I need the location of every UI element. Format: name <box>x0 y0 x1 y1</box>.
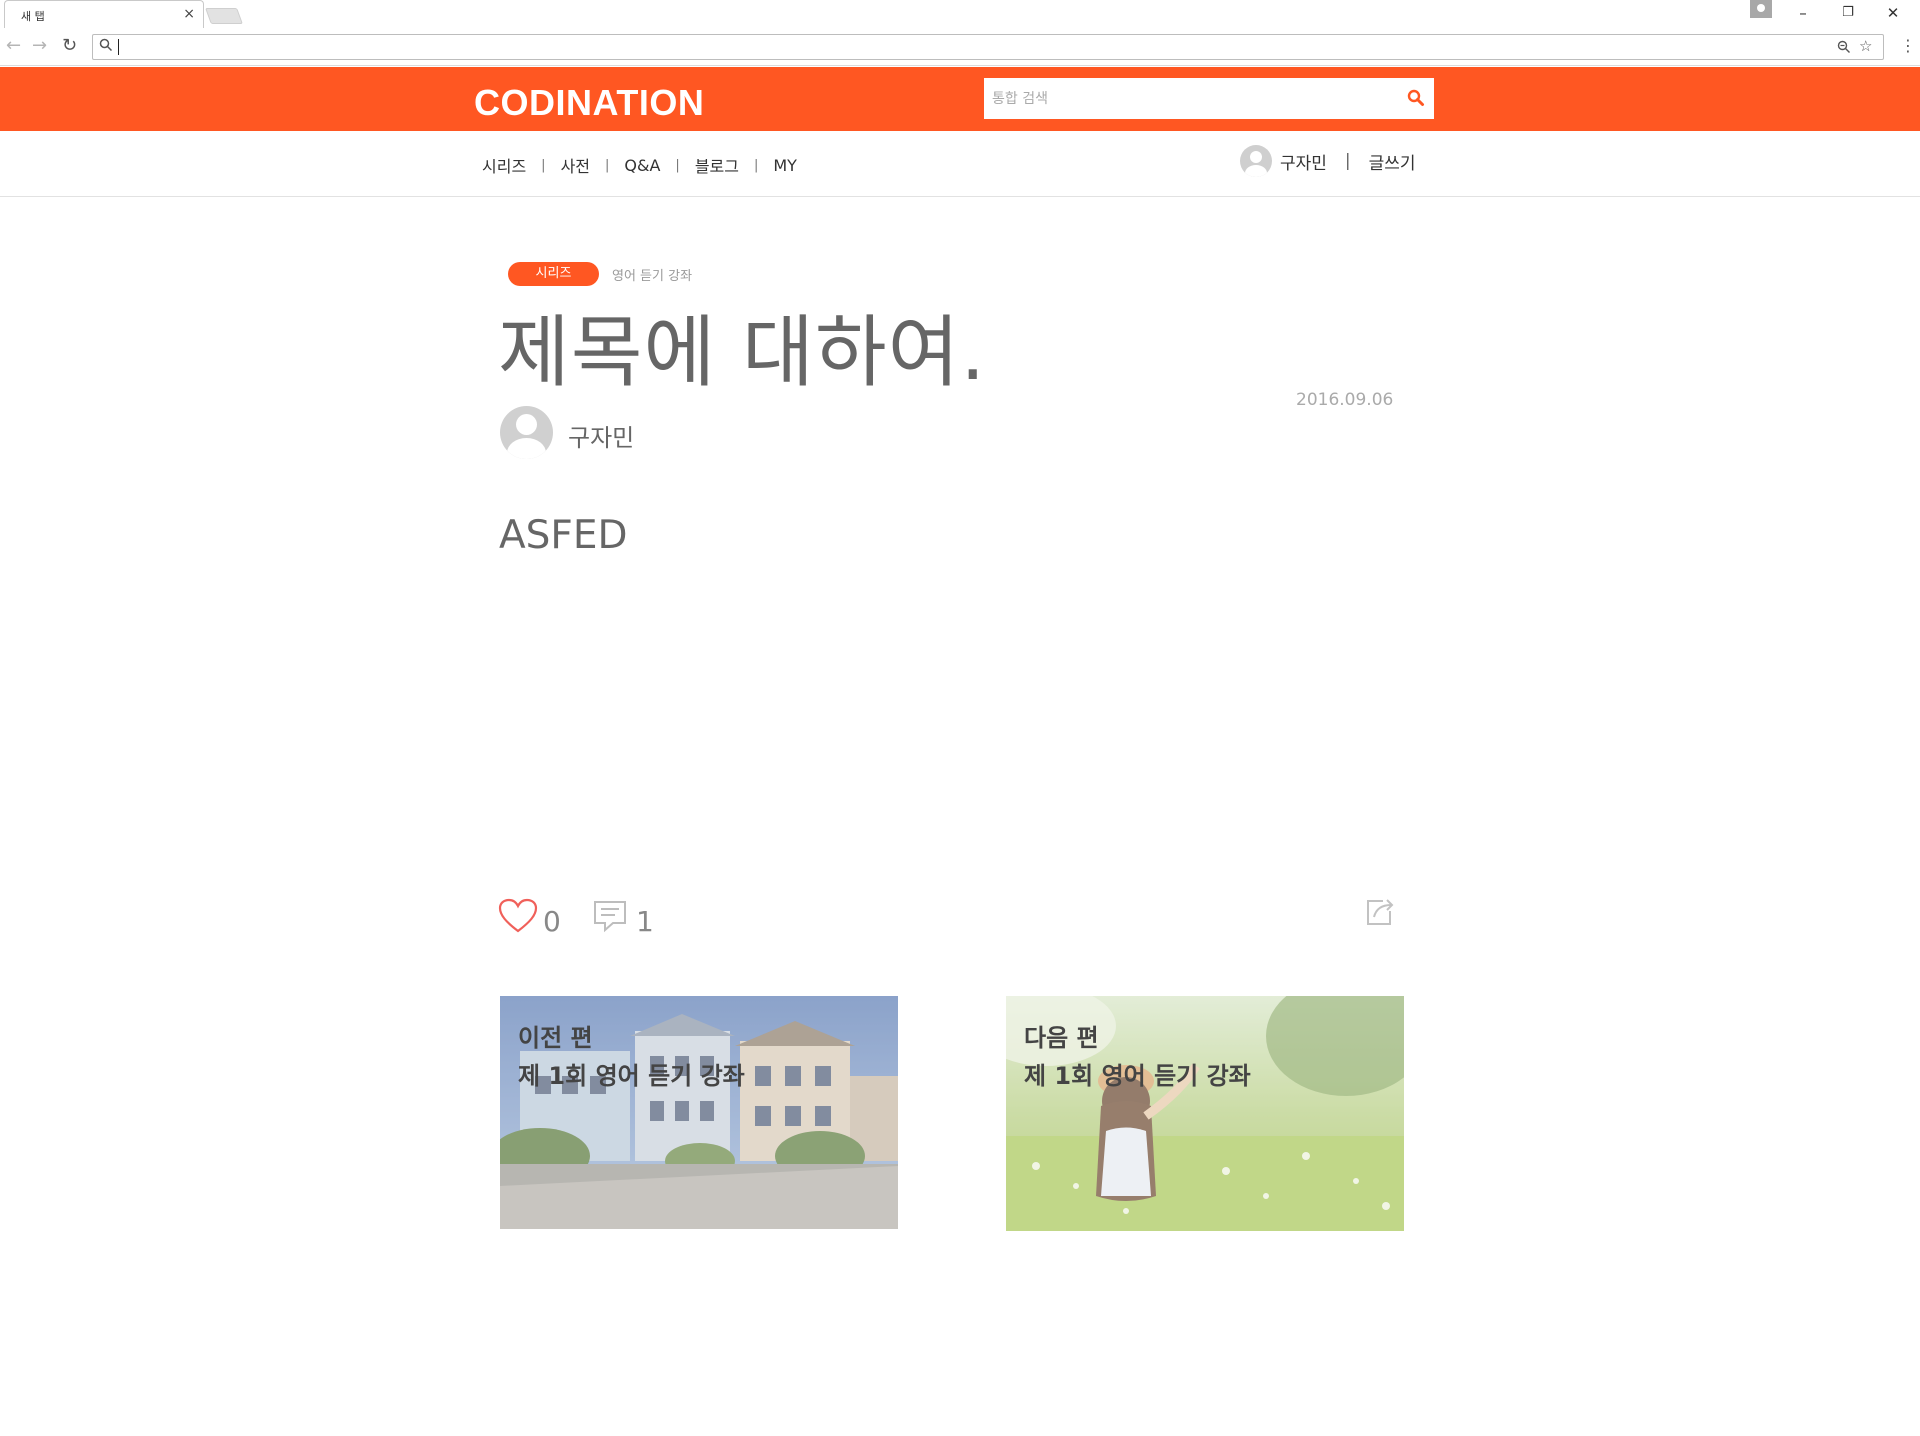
back-icon[interactable]: ← <box>6 34 21 58</box>
heart-icon[interactable] <box>498 898 538 934</box>
category-badge[interactable]: 시리즈 <box>508 262 599 286</box>
menu-item-my[interactable]: MY <box>773 156 797 175</box>
tab-title: 새 탭 <box>21 10 45 23</box>
post-date: 2016.09.06 <box>1296 390 1394 410</box>
menu-separator: | <box>605 157 610 173</box>
menu-item-series[interactable]: 시리즈 <box>482 153 526 177</box>
series-name[interactable]: 영어 듣기 강좌 <box>612 265 692 284</box>
text-caret <box>118 39 119 55</box>
menu-separator: | <box>675 157 680 173</box>
author-avatar-icon[interactable] <box>500 406 553 459</box>
search-input[interactable] <box>992 78 1392 119</box>
write-post-link[interactable]: 글쓰기 <box>1369 149 1416 174</box>
forward-icon[interactable]: → <box>32 34 47 58</box>
menu-item-dictionary[interactable]: 사전 <box>561 153 590 177</box>
next-episode-label: 다음 편 <box>1024 1024 1099 1052</box>
browser-tab[interactable]: 새 탭 × <box>4 0 204 28</box>
menu-item-qna[interactable]: Q&A <box>624 156 660 175</box>
user-separator: | <box>1344 151 1351 171</box>
sub-navigation: 시리즈 | 사전 | Q&A | 블로그 | MY 구자민 | 글쓰기 <box>0 131 1920 197</box>
browser-toolbar: ← → ↻ ☆ ⋮ <box>0 28 1920 66</box>
search-icon <box>99 38 113 52</box>
prev-episode-label: 이전 편 <box>518 1024 593 1052</box>
site-header: CODINATION <box>0 67 1920 131</box>
menu-separator: | <box>541 157 546 173</box>
site-logo[interactable]: CODINATION <box>474 82 704 124</box>
tab-close-icon[interactable]: × <box>183 6 195 22</box>
address-bar[interactable]: ☆ <box>92 34 1884 60</box>
user-area: 구자민 | 글쓰기 <box>1240 145 1416 177</box>
browser-menu-icon[interactable]: ⋮ <box>1900 36 1916 56</box>
author-name[interactable]: 구자민 <box>568 418 634 453</box>
close-window-button[interactable]: ✕ <box>1878 2 1908 24</box>
minimize-button[interactable]: – <box>1788 2 1818 24</box>
new-tab-button[interactable] <box>205 8 243 24</box>
post-body: ASFED <box>499 513 628 558</box>
profile-icon[interactable] <box>1750 0 1772 18</box>
search-icon[interactable] <box>1406 88 1426 108</box>
main-menu: 시리즈 | 사전 | Q&A | 블로그 | MY <box>482 153 797 177</box>
comment-count: 1 <box>636 905 654 938</box>
reload-icon[interactable]: ↻ <box>62 34 77 58</box>
bookmark-star-icon[interactable]: ☆ <box>1859 37 1872 55</box>
post-title: 제목에 대하여. <box>498 308 987 398</box>
next-episode-card[interactable]: 다음 편 제 1회 영어 듣기 강좌 <box>1006 996 1404 1231</box>
browser-tabstrip: 새 탭 × – ❐ ✕ <box>0 0 1920 28</box>
next-episode-title: 제 1회 영어 듣기 강좌 <box>1024 1062 1251 1090</box>
like-count: 0 <box>543 905 561 938</box>
menu-separator: | <box>753 157 759 173</box>
share-icon[interactable] <box>1363 896 1395 928</box>
user-name-link[interactable]: 구자민 <box>1280 149 1327 174</box>
menu-item-blog[interactable]: 블로그 <box>695 153 739 177</box>
zoom-icon[interactable] <box>1837 40 1851 54</box>
user-avatar-icon[interactable] <box>1240 145 1272 177</box>
comment-icon[interactable] <box>592 899 628 933</box>
prev-episode-card[interactable]: 이전 편 제 1회 영어 듣기 강좌 <box>500 996 898 1229</box>
search-box <box>984 78 1434 119</box>
restore-button[interactable]: ❐ <box>1833 2 1863 24</box>
prev-episode-title: 제 1회 영어 듣기 강좌 <box>518 1062 745 1090</box>
